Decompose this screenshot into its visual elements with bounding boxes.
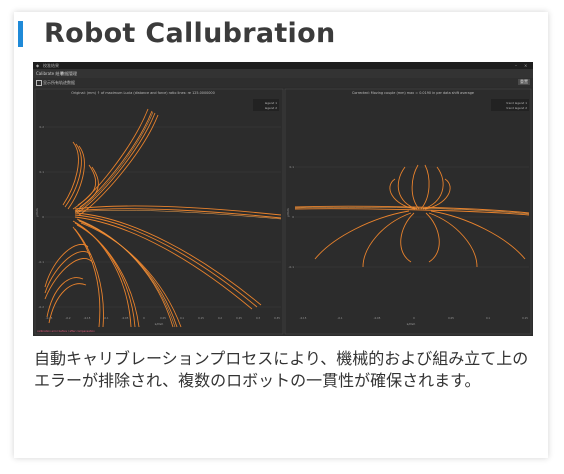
left-xlabel: x/mm: [155, 322, 164, 326]
title-accent-bar: [18, 21, 23, 47]
tab-calibrate-result[interactable]: Calibrate 结果: [36, 70, 63, 77]
minimize-button[interactable]: –: [515, 62, 517, 69]
close-button[interactable]: ×: [524, 62, 527, 69]
left-ytick: 0: [42, 215, 44, 219]
right-xtick: 0.1: [486, 316, 490, 320]
plots-area: Original: (mm) ↑ of maximum Lucia (dista…: [34, 88, 532, 335]
left-xtick: -0.2: [65, 316, 70, 320]
left-xtick: -0.1: [103, 316, 108, 320]
card-title: Robot Callubration: [44, 18, 336, 49]
right-xtick: 0.05: [448, 316, 454, 320]
left-xtick: 0.3: [256, 316, 260, 320]
left-legend-item-2: legend 2: [265, 106, 277, 110]
show-all-checkbox[interactable]: [36, 80, 42, 86]
options-row: 显示所有轨迹数据 重置: [33, 78, 533, 87]
right-xtick: -0.1: [337, 316, 342, 320]
right-ytick: 0.1: [290, 165, 295, 169]
reset-button[interactable]: 重置: [518, 79, 530, 85]
left-xtick: 0.05: [160, 316, 166, 320]
right-ylabel: y/mm: [286, 208, 290, 217]
left-ytick: -0.2: [39, 305, 45, 309]
left-xtick: 0.15: [198, 316, 204, 320]
left-plot-title: Original: (mm) ↑ of maximum Lucia (dista…: [71, 91, 214, 95]
show-all-label: 显示所有轨迹数据: [43, 80, 75, 85]
left-xtick: 0.2: [218, 316, 222, 320]
left-ytick: 0.1: [40, 170, 45, 174]
app-logo-icon: ◆: [36, 63, 40, 68]
left-xtick: 0.35: [274, 316, 280, 320]
right-plot: Corrected: Moving couple (mm) max = 0.01…: [284, 88, 532, 335]
left-xtick: 0.25: [236, 316, 242, 320]
left-xtick: 0.1: [180, 316, 184, 320]
right-ytick: 0: [292, 215, 294, 219]
toolbar: Calibrate 结果 数据管理: [33, 69, 533, 78]
right-plot-title: Corrected: Moving couple (mm) max = 0.01…: [352, 91, 474, 95]
right-xtick: 0.15: [522, 316, 528, 320]
left-legend-item-1: legend 1: [265, 101, 277, 105]
right-xtick: -0.15: [300, 316, 307, 320]
left-plot: Original: (mm) ↑ of maximum Lucia (dista…: [34, 88, 284, 335]
left-xtick: -0.15: [84, 316, 91, 320]
left-ytick: -0.1: [39, 260, 45, 264]
calibration-screenshot: ◆ 校准结果 – × Calibrate 结果 数据管理 显示所有轨迹数据 重置…: [33, 62, 533, 336]
left-ylabel: y/mm: [35, 208, 39, 217]
left-plot-footer: calibration error before / after compens…: [37, 329, 95, 333]
right-xtick: -0.05: [374, 316, 381, 320]
tab-data-management[interactable]: 数据管理: [61, 70, 77, 77]
left-ytick: 0.2: [40, 125, 45, 129]
right-legend-item-1: trend legend 1: [506, 101, 527, 105]
right-legend-item-2: trend legend 2: [506, 106, 527, 110]
window-title: 校准结果: [43, 63, 59, 68]
window-titlebar: ◆ 校准结果 – ×: [33, 62, 533, 69]
right-ytick: -0.1: [289, 265, 295, 269]
right-xlabel: x/mm: [407, 322, 416, 326]
left-xtick: -0.05: [122, 316, 129, 320]
card-caption: 自動キャリブレーションプロセスにより、機械的および組み立て上のエラーが排除され、…: [34, 349, 529, 390]
